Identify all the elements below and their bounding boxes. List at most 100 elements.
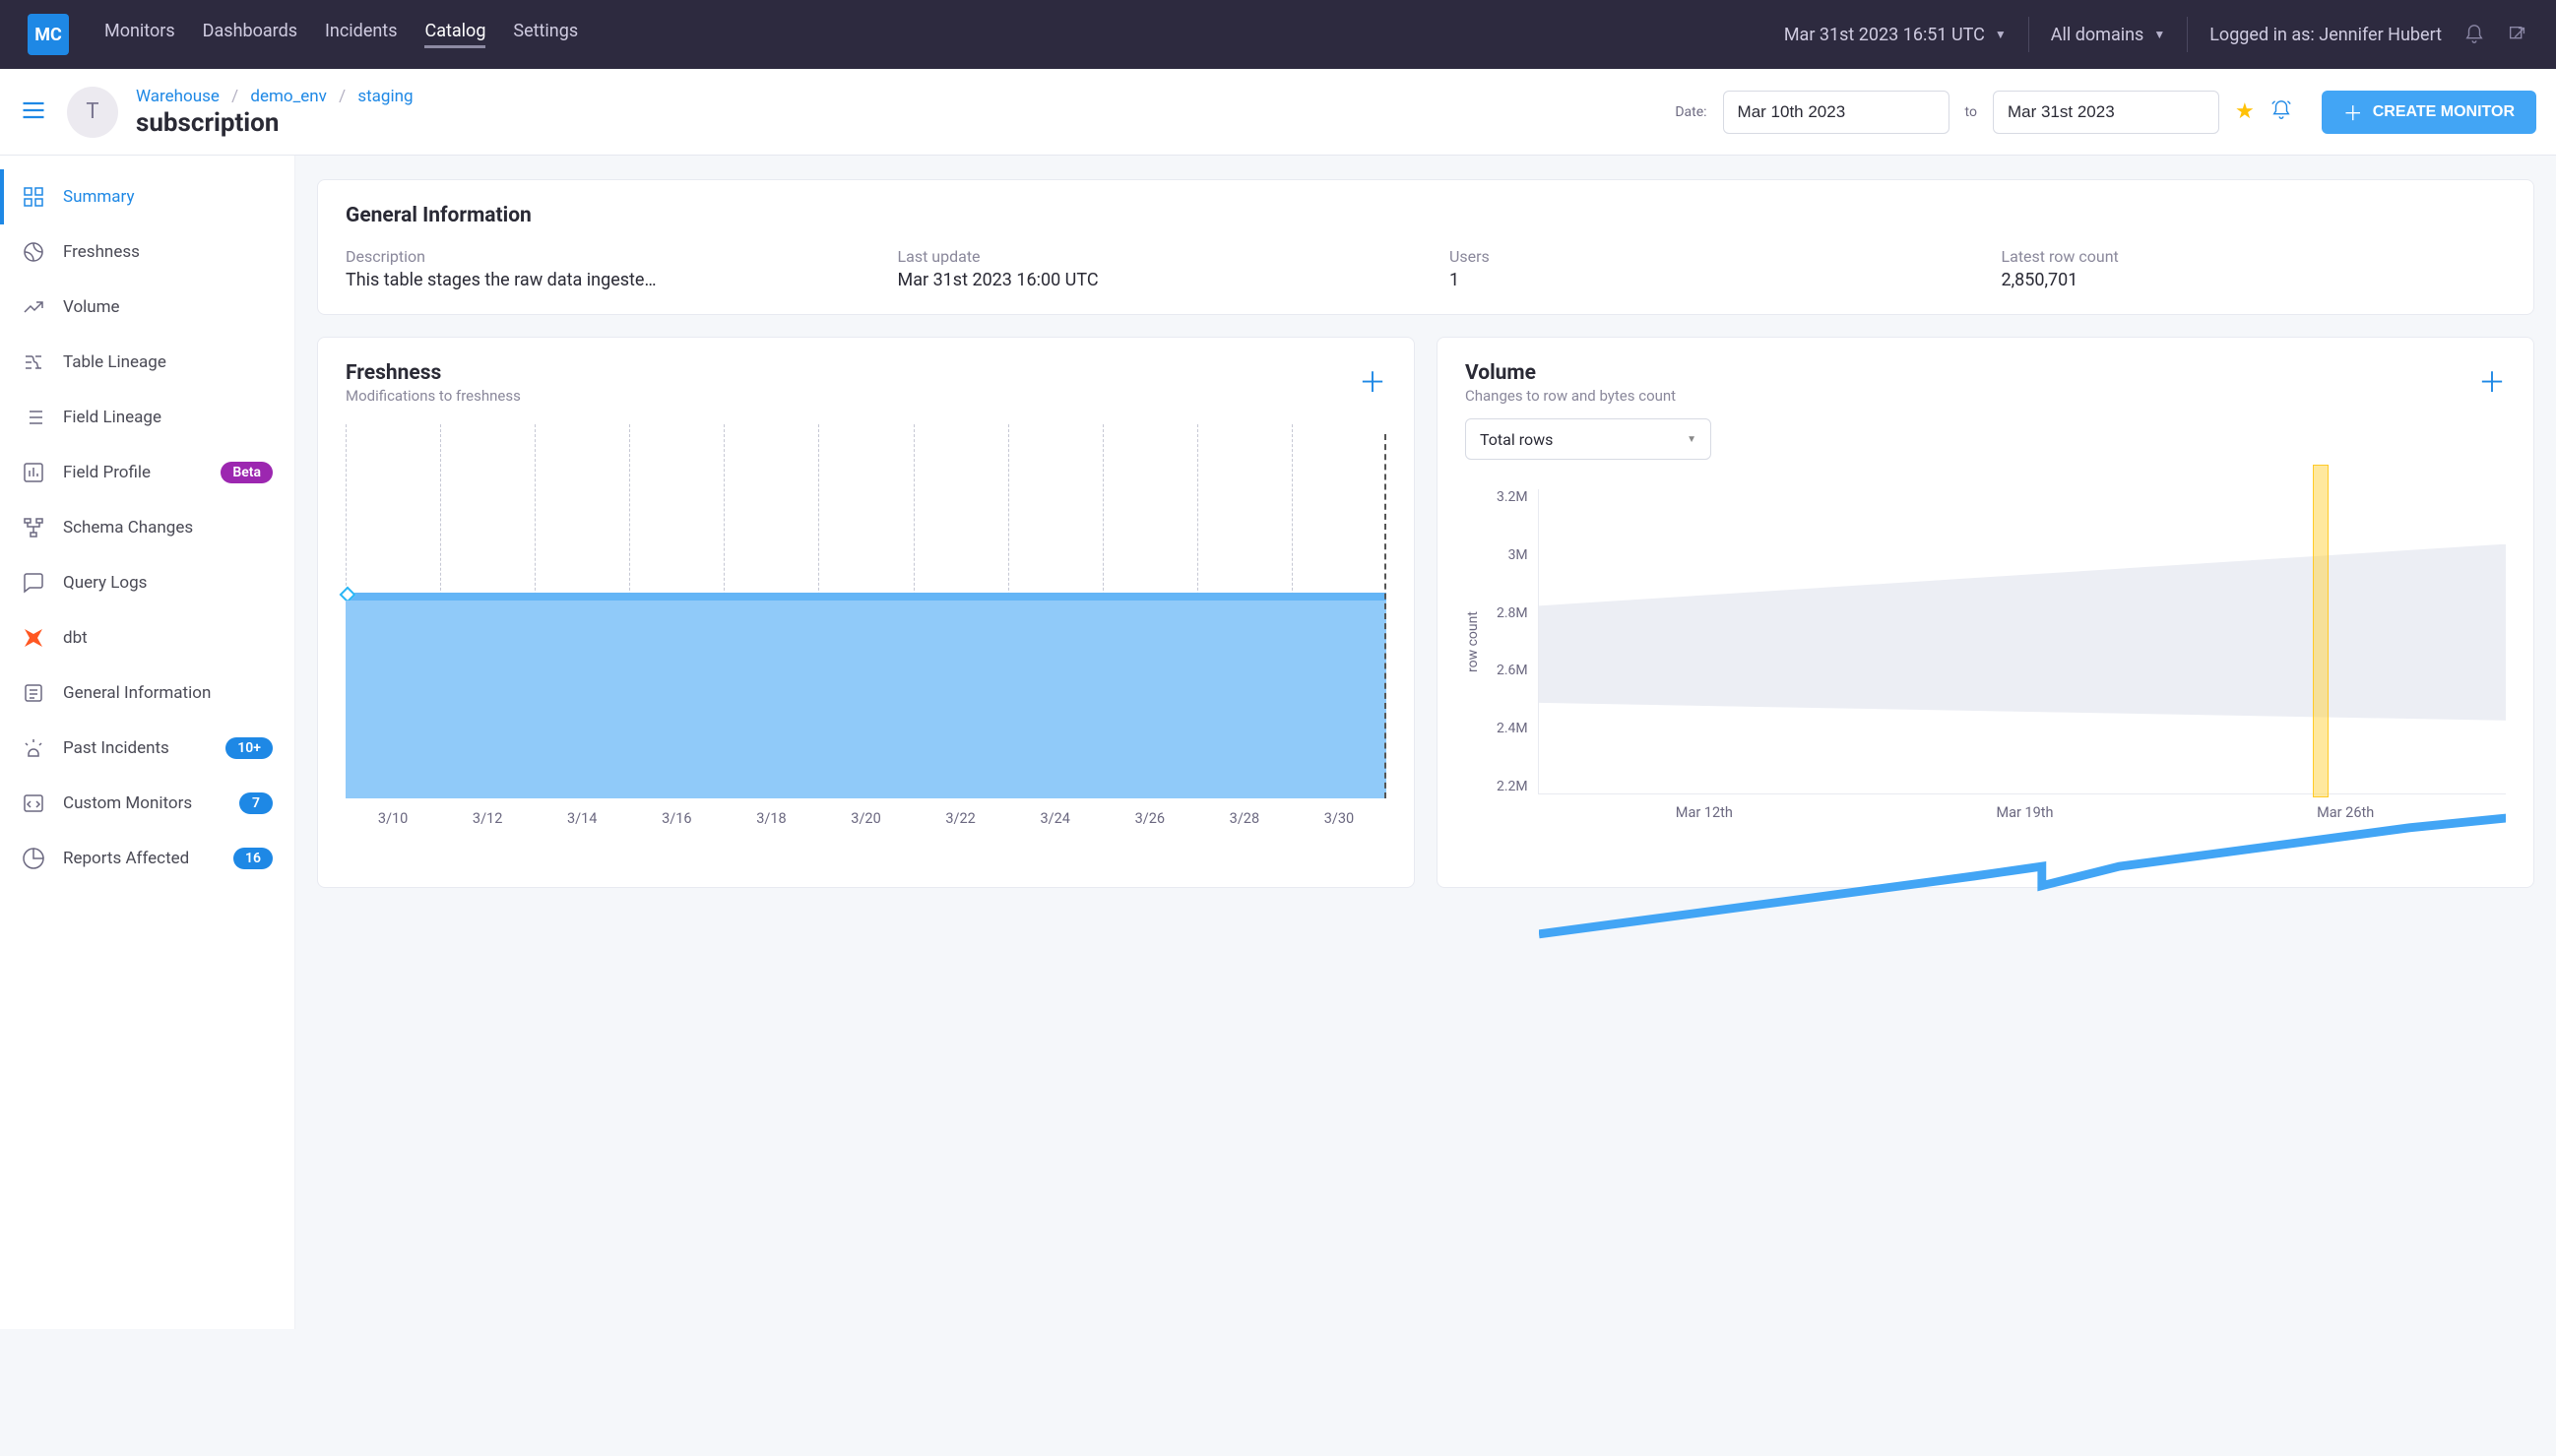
breadcrumb: Warehouse / demo_env / staging — [136, 87, 414, 106]
breadcrumb-warehouse[interactable]: Warehouse — [136, 87, 220, 106]
logged-in-text: Logged in as: Jennifer Hubert — [2209, 25, 2442, 45]
list-icon — [22, 406, 45, 429]
sidebar-item-table-lineage[interactable]: Table Lineage — [0, 335, 294, 390]
hamburger-icon[interactable] — [20, 96, 47, 128]
freshness-card: Freshness Modifications to freshness ＋ — [317, 337, 1415, 888]
general-info-card: General Information Description This tab… — [317, 179, 2534, 315]
grid-icon — [22, 185, 45, 209]
x-tick: 3/24 — [1008, 810, 1103, 827]
sidebar-item-past-incidents[interactable]: Past Incidents10+ — [0, 721, 294, 776]
y-tick: 2.2M — [1497, 779, 1528, 794]
volume-metric-select[interactable]: Total rows ▼ — [1465, 418, 1711, 460]
table-avatar: T — [67, 87, 118, 138]
sidebar-item-label: Query Logs — [63, 573, 147, 593]
trend-icon — [22, 295, 45, 319]
y-tick: 3.2M — [1497, 489, 1528, 505]
domain-selector[interactable]: All domains ▼ — [2051, 25, 2165, 45]
logged-in-user: Jennifer Hubert — [2319, 25, 2442, 45]
code-icon — [22, 791, 45, 815]
volume-metric-label: Total rows — [1480, 430, 1553, 449]
nav-items: Monitors Dashboards Incidents Catalog Se… — [104, 21, 578, 48]
sidebar-item-field-lineage[interactable]: Field Lineage — [0, 390, 294, 445]
sidebar-item-label: General Information — [63, 683, 211, 703]
nav-settings[interactable]: Settings — [513, 21, 578, 48]
sidebar-item-summary[interactable]: Summary — [0, 169, 294, 224]
sidebar-item-freshness[interactable]: Freshness — [0, 224, 294, 280]
chevron-down-icon: ▼ — [2153, 28, 2165, 41]
y-tick: 3M — [1497, 547, 1528, 563]
date-to-input[interactable] — [1993, 91, 2219, 134]
logged-in-prefix: Logged in as: — [2209, 25, 2319, 45]
badge: 16 — [233, 848, 273, 869]
sidebar-item-label: Field Lineage — [63, 408, 161, 427]
sidebar-item-reports-affected[interactable]: Reports Affected 16 — [0, 831, 294, 886]
sidebar-item-custom-monitors[interactable]: Custom Monitors7 — [0, 776, 294, 831]
nav-monitors[interactable]: Monitors — [104, 21, 175, 48]
create-monitor-button[interactable]: ＋ CREATE MONITOR — [2322, 91, 2536, 134]
top-nav: MC Monitors Dashboards Incidents Catalog… — [0, 0, 2556, 69]
sidebar-item-schema-changes[interactable]: Schema Changes — [0, 500, 294, 555]
chevron-down-icon: ▼ — [1687, 434, 1696, 445]
add-volume-icon[interactable]: ＋ — [2478, 361, 2506, 401]
separator — [2028, 17, 2029, 52]
bell-icon[interactable] — [2463, 24, 2485, 45]
timestamp-display[interactable]: Mar 31st 2023 16:51 UTC ▼ — [1784, 25, 2007, 45]
volume-y-label: row count — [1465, 489, 1481, 794]
row-count-label: Latest row count — [2002, 247, 2507, 266]
x-tick: 3/18 — [724, 810, 818, 827]
logo[interactable]: MC — [28, 14, 69, 55]
sidebar-item-field-profile[interactable]: Field Profile Beta — [0, 445, 294, 500]
add-freshness-icon[interactable]: ＋ — [1359, 361, 1386, 401]
sidebar-item-label: Custom Monitors — [63, 793, 192, 813]
breadcrumb-demo-env[interactable]: demo_env — [250, 87, 327, 106]
breadcrumb-staging[interactable]: staging — [357, 87, 413, 106]
x-tick: 3/26 — [1103, 810, 1197, 827]
x-tick: 3/30 — [1292, 810, 1386, 827]
sidebar-item-general-information[interactable]: General Information — [0, 665, 294, 721]
dbt-icon — [22, 626, 45, 650]
date-from-input[interactable] — [1723, 91, 1949, 134]
sidebar-item-label: Schema Changes — [63, 518, 193, 538]
row-count-value: 2,850,701 — [2002, 270, 2327, 290]
alert-bell-icon[interactable] — [2270, 99, 2292, 125]
volume-y-axis: 3.2M3M2.8M2.6M2.4M2.2M — [1487, 489, 1538, 794]
x-tick: 3/16 — [629, 810, 724, 827]
date-label: Date: — [1675, 104, 1706, 120]
x-tick: 3/12 — [440, 810, 535, 827]
description-label: Description — [346, 247, 851, 266]
sidebar-item-dbt[interactable]: dbt — [0, 610, 294, 665]
chevron-down-icon: ▼ — [1995, 28, 2007, 41]
plus-icon: ＋ — [2343, 97, 2363, 126]
y-tick: 2.8M — [1497, 605, 1528, 621]
sidebar-item-query-logs[interactable]: Query Logs — [0, 555, 294, 610]
general-info-title: General Information — [346, 204, 2506, 227]
y-tick: 2.4M — [1497, 721, 1528, 736]
siren-icon — [22, 736, 45, 760]
sidebar-item-label: Summary — [63, 187, 134, 207]
freshness-chart[interactable] — [346, 424, 1386, 798]
leaf-icon — [22, 240, 45, 264]
star-icon[interactable]: ★ — [2235, 99, 2255, 124]
date-to-label: to — [1965, 104, 1977, 120]
volume-title: Volume — [1465, 361, 1676, 385]
users-value: 1 — [1449, 270, 1774, 290]
volume-chart[interactable]: row count 3.2M3M2.8M2.6M2.4M2.2M — [1465, 489, 2506, 794]
badge: 10+ — [225, 737, 273, 759]
create-monitor-label: CREATE MONITOR — [2373, 103, 2515, 121]
clipboard-icon — [22, 681, 45, 705]
nav-catalog[interactable]: Catalog — [424, 21, 485, 48]
x-tick: 3/10 — [346, 810, 440, 827]
freshness-title: Freshness — [346, 361, 521, 385]
sidebar-item-label: dbt — [63, 628, 88, 648]
x-tick: 3/22 — [914, 810, 1008, 827]
badge: Beta — [221, 462, 273, 483]
sidebar-item-label: Field Profile — [63, 463, 151, 482]
nav-dashboards[interactable]: Dashboards — [203, 21, 297, 48]
chat-icon — [22, 571, 45, 595]
volume-highlight-marker — [2313, 465, 2329, 797]
sidebar-item-volume[interactable]: Volume — [0, 280, 294, 335]
freshness-x-axis: 3/103/123/143/163/183/203/223/243/263/28… — [346, 810, 1386, 827]
sidebar-item-label: Reports Affected — [63, 849, 189, 868]
external-link-icon[interactable] — [2507, 24, 2528, 45]
nav-incidents[interactable]: Incidents — [325, 21, 397, 48]
